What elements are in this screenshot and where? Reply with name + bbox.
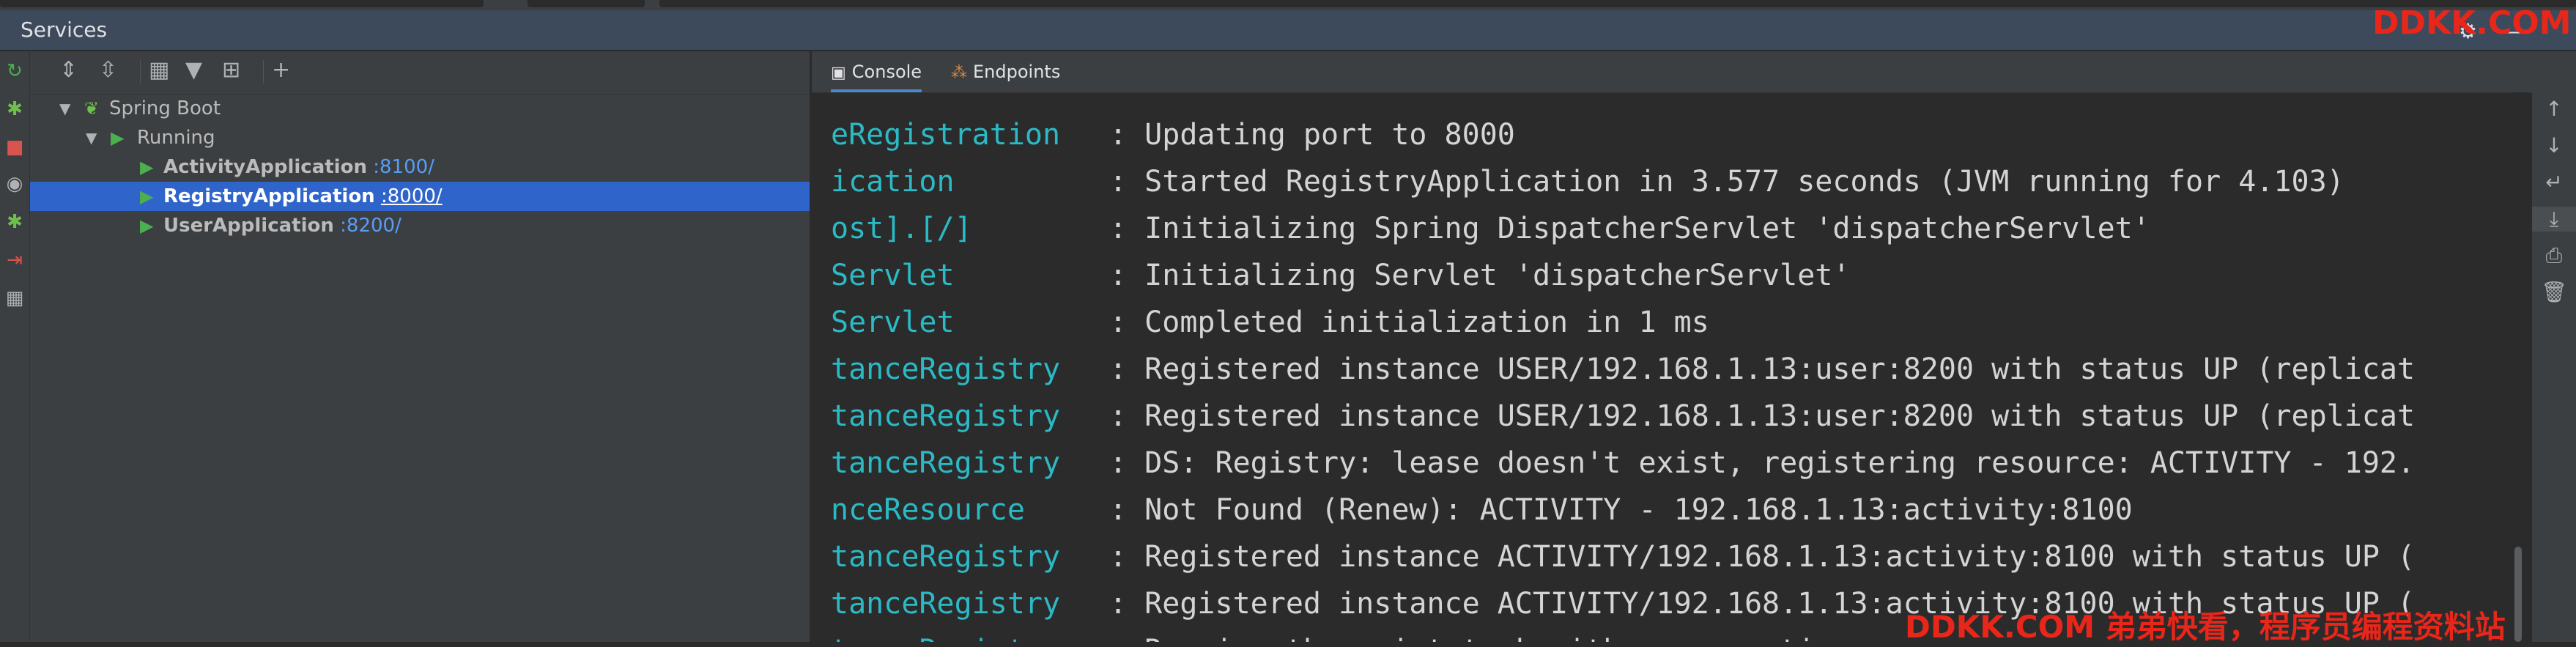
log-logger: ost].[/] <box>831 212 972 245</box>
app-name: UserApplication <box>163 215 334 237</box>
console-output[interactable]: eRegistration : Updating port to 8000 ica… <box>812 92 2512 642</box>
node-label: Spring Boot <box>109 97 221 119</box>
console-line: tanceRegistry: Running the evict task wi… <box>831 627 1850 642</box>
log-logger: eRegistration <box>831 118 1061 152</box>
log-message: : Updating port to 8000 <box>1109 118 1515 152</box>
spring-boot-icon: ❦ <box>84 98 100 119</box>
log-logger: tanceRegistry <box>831 399 1061 433</box>
rerun-icon[interactable]: ↻ <box>0 60 29 82</box>
console-line: eRegistration : Updating port to 8000 <box>831 111 1515 158</box>
log-message: : Started RegistryApplication in 3.577 s… <box>1109 165 2344 199</box>
log-message: : Initializing Spring DispatcherServlet … <box>1109 212 2150 245</box>
trash-icon[interactable]: 🗑 <box>2532 280 2576 304</box>
soft-wrap-icon[interactable]: ↵ <box>2532 170 2576 194</box>
group-by-icon[interactable]: ▦ <box>149 57 169 83</box>
collapse-arrow-icon[interactable]: ▼ <box>59 94 70 123</box>
watermark-bottom: DDKK.COM 弟弟快看，程序员编程资料站 <box>1905 609 2506 645</box>
log-message: : Registered instance ACTIVITY/192.168.1… <box>1109 540 2416 574</box>
running-play-icon: ▶ <box>140 157 154 177</box>
down-arrow-icon[interactable]: ↓ <box>2532 133 2576 158</box>
running-play-icon: ▶ <box>140 186 154 207</box>
log-logger: tanceRegistry <box>831 540 1061 574</box>
node-label: Running <box>137 127 215 149</box>
app-name: RegistryApplication <box>163 185 375 207</box>
log-logger: Servlet <box>831 259 955 292</box>
log-message: : Registered instance USER/192.168.1.13:… <box>1109 399 2416 433</box>
log-logger: nceResource <box>831 493 1025 527</box>
debug-icon[interactable]: ✱ <box>0 98 29 120</box>
console-line: ication : Started RegistryApplication in … <box>831 158 2344 205</box>
console-scrollbar[interactable] <box>2512 92 2526 642</box>
services-left-toolbar: ↻ ✱ ■ ◉ ✱ ⇥ ▦ <box>0 51 30 642</box>
log-message: : Initializing Servlet 'dispatcherServle… <box>1109 259 1851 292</box>
console-line: tanceRegistry : Registered instance ACTIV… <box>831 533 2415 580</box>
tree-node-user-application[interactable]: ▶ UserApplication :8200/ <box>30 211 810 240</box>
tree-toolbar: ⇕ ⇳ ▦ ▼ ⊞ + <box>30 51 810 95</box>
console-line: tanceRegistry : DS: Registry: lease doesn… <box>831 440 2415 487</box>
log-logger: Servlet <box>831 306 955 339</box>
tab-console[interactable]: ▣ Console <box>831 51 922 92</box>
log-logger: tanceRegistry <box>831 446 1061 480</box>
layout-icon[interactable]: ▦ <box>0 287 29 309</box>
log-logger: tanceRegistry <box>831 627 1109 642</box>
app-port-link[interactable]: :8100/ <box>373 156 434 178</box>
console-line: Servlet : Completed initialization in 1 m… <box>831 299 1709 346</box>
log-message: : DS: Registry: lease doesn't exist, reg… <box>1109 446 2416 480</box>
services-tree-panel: ⇕ ⇳ ▦ ▼ ⊞ + ▼ ❦ Spring Boot ▼ ▶ Running … <box>30 51 810 642</box>
console-icon: ▣ <box>831 64 846 82</box>
app-port-link[interactable]: :8200/ <box>340 215 401 237</box>
endpoints-icon: ⁂ <box>951 64 967 82</box>
log-message: : Completed initialization in 1 ms <box>1109 306 1709 339</box>
filter-icon[interactable]: ▼ <box>185 57 202 83</box>
console-line: Servlet : Initializing Servlet 'dispatche… <box>831 252 1850 299</box>
debug-settings-icon[interactable]: ✱ <box>0 211 29 233</box>
watermark-top: DDKK.COM <box>2372 4 2572 42</box>
scroll-to-end-icon[interactable]: ⤓ <box>2532 207 2576 232</box>
top-tab-fragment <box>0 0 484 7</box>
console-line: tanceRegistry : Registered instance USER/… <box>831 346 2415 393</box>
log-logger: tanceRegistry <box>831 352 1061 386</box>
running-play-icon: ▶ <box>111 127 125 148</box>
console-line: ost].[/] : Initializing Spring Dispatcher… <box>831 205 2150 252</box>
console-line: tanceRegistry : Registered instance USER/… <box>831 393 2415 440</box>
running-play-icon: ▶ <box>140 215 154 236</box>
app-name: ActivityApplication <box>163 156 367 178</box>
tree-node-registry-application[interactable]: ▶ RegistryApplication :8000/ <box>30 182 810 211</box>
print-icon[interactable]: ⎙ <box>2532 243 2576 268</box>
log-message: : Not Found (Renew): ACTIVITY - 192.168.… <box>1109 493 2133 527</box>
toolbar-separator <box>140 60 141 84</box>
console-right-toolbar: ↑ ↓ ↵ ⤓ ⎙ 🗑 <box>2532 92 2576 642</box>
add-service-icon[interactable]: + <box>272 57 290 83</box>
tree-node-running[interactable]: ▼ ▶ Running <box>30 123 810 152</box>
console-tabs: ▣ Console ⁂ Endpoints <box>812 51 2576 93</box>
log-message: : Running the evict task with compensati… <box>1109 634 1850 642</box>
new-group-icon[interactable]: ⊞ <box>222 57 240 83</box>
collapse-arrow-icon[interactable]: ▼ <box>86 123 97 152</box>
up-arrow-icon[interactable]: ↑ <box>2532 97 2576 121</box>
stop-icon[interactable]: ■ <box>0 136 29 158</box>
services-header: Services ⚙ — <box>0 10 2576 51</box>
scrollbar-thumb[interactable] <box>2514 547 2522 642</box>
log-logger: tanceRegistry <box>831 587 1061 621</box>
log-logger: ication <box>831 165 955 199</box>
log-message: : Registered instance USER/192.168.1.13:… <box>1109 352 2416 386</box>
console-line: nceResource : Not Found (Renew): ACTIVITY… <box>831 487 2133 533</box>
top-tab-fragment <box>659 0 2576 7</box>
panel-title: Services <box>21 18 108 42</box>
camera-icon[interactable]: ◉ <box>0 173 29 195</box>
console-panel: ▣ Console ⁂ Endpoints eRegistration : Updat… <box>812 51 2576 642</box>
expand-all-icon[interactable]: ⇕ <box>59 57 78 83</box>
app-port-link[interactable]: :8000/ <box>381 185 443 207</box>
toolbar-separator <box>263 60 264 84</box>
exit-icon[interactable]: ⇥ <box>0 249 29 271</box>
collapse-all-icon[interactable]: ⇳ <box>99 57 117 83</box>
tab-endpoints[interactable]: ⁂ Endpoints <box>951 51 1060 92</box>
window-top-strip <box>0 0 2576 10</box>
tree-node-spring-boot[interactable]: ▼ ❦ Spring Boot <box>30 94 810 123</box>
top-tab-fragment <box>528 0 645 7</box>
tree-node-activity-application[interactable]: ▶ ActivityApplication :8100/ <box>30 152 810 182</box>
